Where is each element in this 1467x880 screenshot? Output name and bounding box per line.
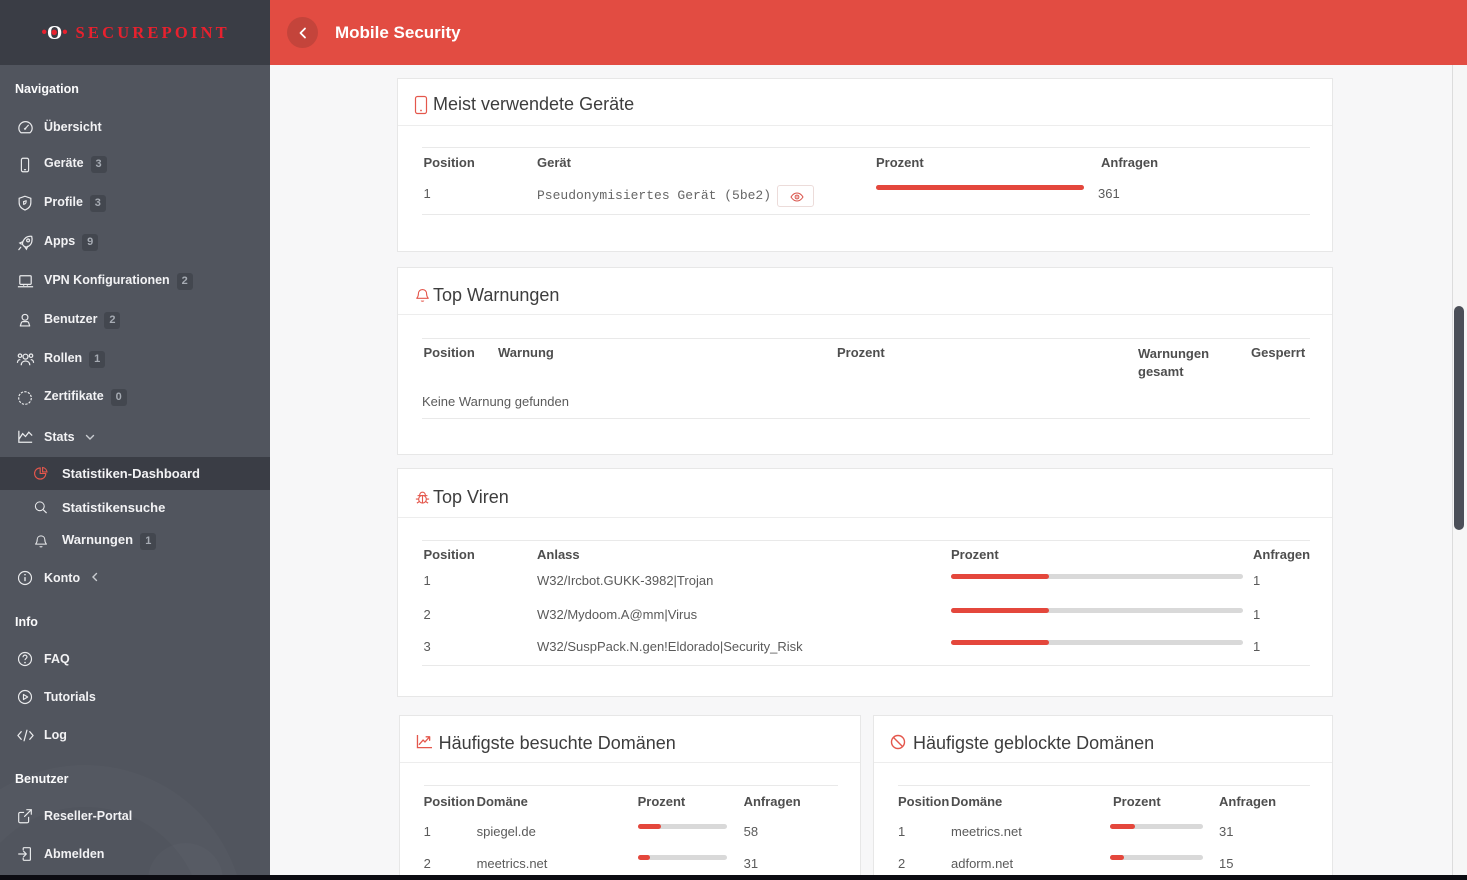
svg-text:SECUREPOINT: SECUREPOINT [76, 23, 230, 42]
